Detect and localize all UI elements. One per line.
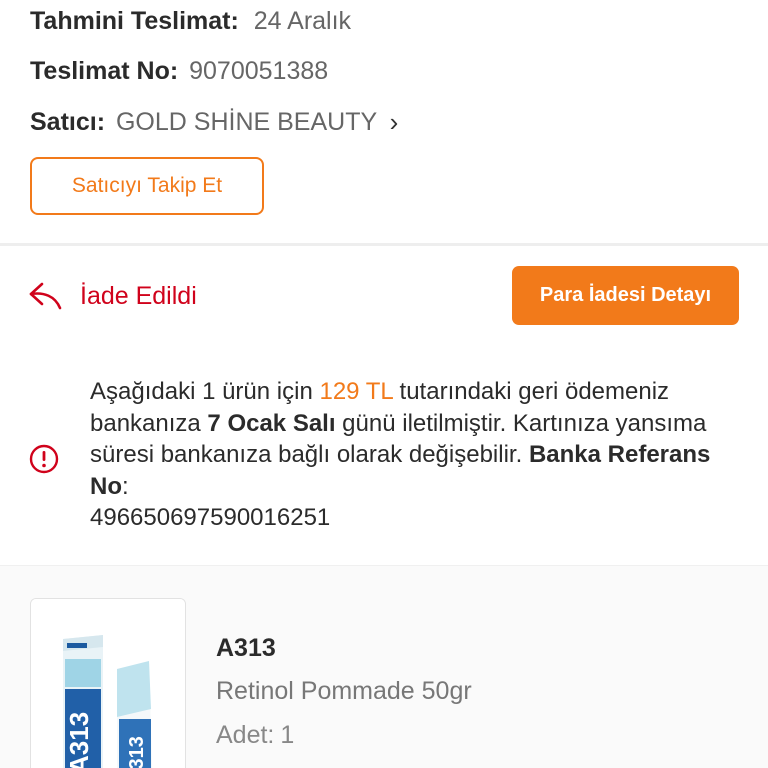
follow-seller-button[interactable]: Satıcıyı Takip Et [30,157,264,215]
refund-date: 7 Ocak Salı [207,409,336,437]
return-arrow-icon [29,282,62,310]
chevron-right-icon: › [389,107,399,137]
refund-amount: 129 TL [319,378,393,405]
product-package-illustration: A313 A313 [31,599,185,768]
product-name[interactable]: Retinol Pommade 50gr [216,677,472,706]
refund-detail-button[interactable]: Para İadesi Detayı [512,266,739,325]
delivery-number-label: Teslimat No: [30,57,179,85]
estimated-delivery-row: Tahmini Teslimat: 24 Aralık [30,6,351,36]
quantity-value: 1 [280,721,295,749]
bank-reference-value: 496650697590016251 [90,504,331,531]
seller-link[interactable]: GOLD SHİNE BEAUTY [116,108,377,136]
product-brand[interactable]: A313 [216,634,276,663]
return-status-label: İade Edildi [80,281,197,310]
product-quantity: Adet: 1 [216,721,294,750]
delivery-number-row: Teslimat No: 9070051388 [30,56,328,86]
estimated-delivery-label: Tahmini Teslimat: [30,7,239,35]
delivery-number-value: 9070051388 [189,57,329,85]
section-divider [0,243,768,246]
refund-notice: Aşağıdaki 1 ürün için 129 TL tutarındaki… [90,376,750,534]
package-brand-text: A313 [64,712,94,768]
estimated-delivery-value: 24 Aralık [253,7,352,35]
quantity-label: Adet: [216,721,275,749]
product-image[interactable]: A313 A313 [30,598,186,768]
seller-row[interactable]: Satıcı: GOLD SHİNE BEAUTY › [30,106,398,137]
seller-label: Satıcı: [30,108,106,136]
tube-brand-text: A313 [126,736,148,768]
notice-text-4: : [122,472,129,500]
return-status: İade Edildi [28,276,197,316]
info-circle-icon [29,444,59,474]
notice-text-1: Aşağıdaki 1 ürün için [90,378,320,405]
